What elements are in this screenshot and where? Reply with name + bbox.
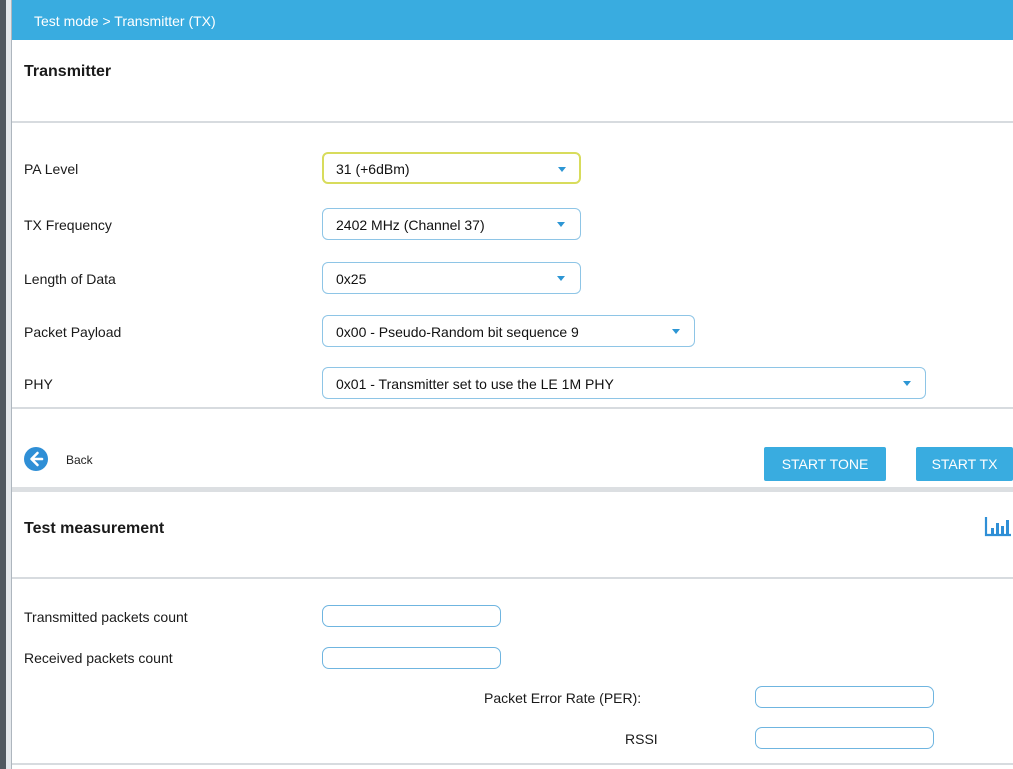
chevron-down-icon xyxy=(557,276,565,281)
divider xyxy=(12,577,1013,579)
received-packets-label: Received packets count xyxy=(24,650,173,666)
rssi-label: RSSI xyxy=(625,731,658,747)
pa-level-label: PA Level xyxy=(24,161,79,177)
start-tx-button[interactable]: START TX xyxy=(916,447,1013,481)
pa-level-select[interactable]: 31 (+6dBm) xyxy=(322,152,581,184)
length-of-data-select[interactable]: 0x25 xyxy=(322,262,581,294)
tx-frequency-select[interactable]: 2402 MHz (Channel 37) xyxy=(322,208,581,240)
packet-payload-label: Packet Payload xyxy=(24,324,122,340)
phy-label: PHY xyxy=(24,376,53,392)
phy-select[interactable]: 0x01 - Transmitter set to use the LE 1M … xyxy=(322,367,926,399)
length-of-data-value: 0x25 xyxy=(336,271,367,287)
chevron-down-icon xyxy=(557,222,565,227)
window-edge-line xyxy=(11,0,12,769)
divider xyxy=(12,763,1013,765)
tx-frequency-value: 2402 MHz (Channel 37) xyxy=(336,217,485,233)
per-field[interactable] xyxy=(755,686,934,708)
transmitted-packets-field[interactable] xyxy=(322,605,501,627)
packet-payload-value: 0x00 - Pseudo-Random bit sequence 9 xyxy=(336,324,579,340)
per-label: Packet Error Rate (PER): xyxy=(484,690,642,706)
divider xyxy=(12,121,1013,123)
length-of-data-label: Length of Data xyxy=(24,271,116,287)
breadcrumb: Test mode > Transmitter (TX) xyxy=(12,0,1013,40)
chevron-down-icon xyxy=(903,381,911,386)
transmitter-title: Transmitter xyxy=(24,63,112,80)
phy-value: 0x01 - Transmitter set to use the LE 1M … xyxy=(336,376,614,392)
back-button[interactable]: Back xyxy=(24,447,114,475)
chevron-down-icon xyxy=(672,329,680,334)
transmitted-packets-label: Transmitted packets count xyxy=(24,609,188,625)
test-measurement-title: Test measurement xyxy=(24,520,165,537)
start-tone-button[interactable]: START TONE xyxy=(764,447,886,481)
tx-frequency-label: TX Frequency xyxy=(24,217,112,233)
bar-chart-icon[interactable] xyxy=(984,514,1012,538)
rssi-field[interactable] xyxy=(755,727,934,749)
back-arrow-icon xyxy=(24,447,48,471)
back-label: Back xyxy=(66,453,93,467)
divider xyxy=(12,487,1013,492)
breadcrumb-text: Test mode > Transmitter (TX) xyxy=(34,13,216,29)
chevron-down-icon xyxy=(558,167,566,172)
pa-level-value: 31 (+6dBm) xyxy=(336,161,410,177)
divider xyxy=(12,407,1013,409)
packet-payload-select[interactable]: 0x00 - Pseudo-Random bit sequence 9 xyxy=(322,315,695,347)
received-packets-field[interactable] xyxy=(322,647,501,669)
